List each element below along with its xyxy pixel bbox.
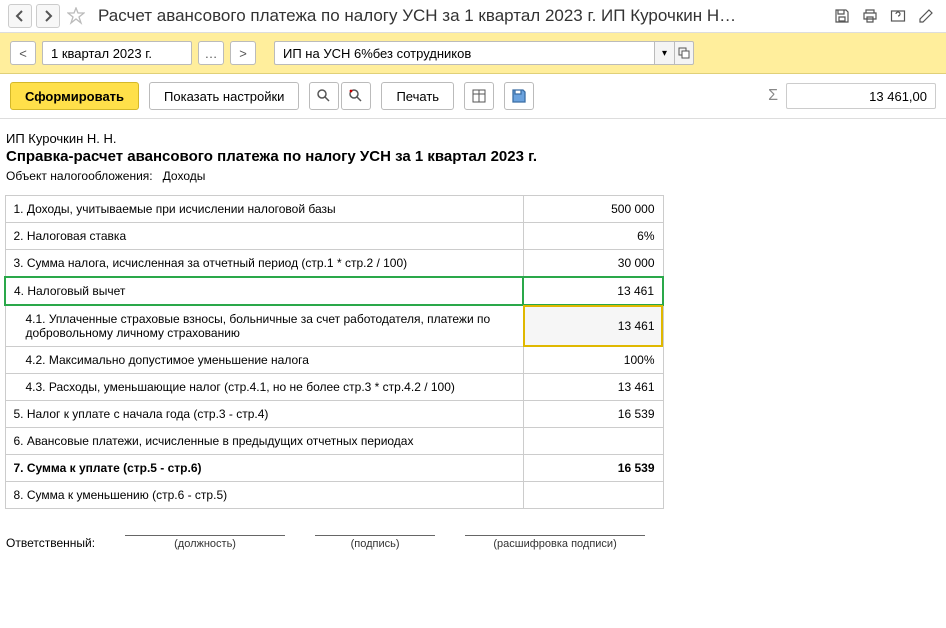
refresh-button[interactable] [341,82,371,110]
email-icon[interactable] [886,4,910,28]
table-row-sub: 4.1. Уплаченные страховые взносы, больни… [5,305,663,347]
responsible-label: Ответственный: [6,536,95,550]
forward-button[interactable] [36,4,60,28]
table-row-total: 7. Сумма к уплате (стр.5 - стр.6) 16 539 [5,455,663,482]
find-button[interactable] [309,82,339,110]
period-input[interactable] [42,41,192,65]
save-icon[interactable] [830,4,854,28]
report-title: Справка-расчет авансового платежа по нал… [4,148,942,165]
export-button[interactable] [464,82,494,110]
org-open-button[interactable] [674,41,694,65]
table-row-sub: 4.2. Максимально допустимое уменьшение н… [5,347,663,374]
table-row: 8. Сумма к уменьшению (стр.6 - стр.5) [5,482,663,509]
sig-sign: (подпись) [315,535,435,550]
table-row: 6. Авансовые платежи, исчисленные в пред… [5,428,663,455]
table-row: 1. Доходы, учитываемые при исчислении на… [5,196,663,223]
period-select-button[interactable]: … [198,41,224,65]
sig-position: (должность) [125,535,285,550]
table-row: 5. Налог к уплате с начала года (стр.3 -… [5,401,663,428]
period-next-button[interactable]: > [230,41,256,65]
signature-block: Ответственный: (должность) (подпись) (ра… [4,535,942,550]
period-prev-button[interactable]: < [10,41,36,65]
report-subtitle: Объект налогообложения: Доходы [4,169,942,183]
selected-cell[interactable]: 13 461 [523,305,663,347]
page-title: Расчет авансового платежа по налогу УСН … [98,6,826,26]
org-dropdown-button[interactable]: ▾ [654,41,674,65]
sum-input[interactable] [786,83,936,109]
star-icon[interactable] [64,4,88,28]
report-org: ИП Курочкин Н. Н. [4,131,942,146]
print-icon[interactable] [858,4,882,28]
org-select-wrap: ▾ [274,41,694,65]
table-row-highlighted: 4. Налоговый вычет 13 461 [5,277,663,305]
sig-decode: (расшифровка подписи) [465,535,645,550]
table-row-sub: 4.3. Расходы, уменьшающие налог (стр.4.1… [5,374,663,401]
back-button[interactable] [8,4,32,28]
table-row: 3. Сумма налога, исчисленная за отчетный… [5,250,663,278]
sigma-icon: Σ [768,87,778,105]
filter-bar: < … > ▾ [0,33,946,74]
edit-icon[interactable] [914,4,938,28]
show-settings-button[interactable]: Показать настройки [149,82,299,110]
save-report-button[interactable] [504,82,534,110]
table-row: 2. Налоговая ставка 6% [5,223,663,250]
action-bar: Сформировать Показать настройки Печать Σ [0,74,946,119]
print-button[interactable]: Печать [381,82,454,110]
title-bar: Расчет авансового платежа по налогу УСН … [0,0,946,33]
form-button[interactable]: Сформировать [10,82,139,110]
sum-box: Σ [768,83,936,109]
report-table: 1. Доходы, учитываемые при исчислении на… [4,195,664,509]
org-select[interactable] [274,41,654,65]
report-body: ИП Курочкин Н. Н. Справка-расчет авансов… [0,119,946,562]
